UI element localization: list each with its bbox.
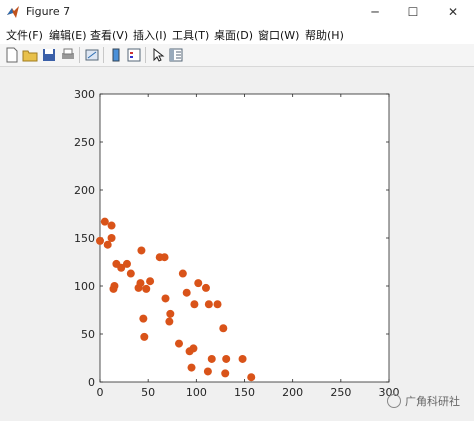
scatter-point xyxy=(182,288,191,297)
y-tick-label: 100 xyxy=(74,280,95,293)
scatter-point xyxy=(178,269,187,278)
y-tick-label: 200 xyxy=(74,184,95,197)
x-tick-label: 0 xyxy=(97,386,104,399)
x-tick-label: 250 xyxy=(330,386,351,399)
minimize-button[interactable]: ─ xyxy=(358,0,392,24)
scatter-point xyxy=(166,309,175,318)
window-title: Figure 7 xyxy=(26,5,71,18)
scatter-point xyxy=(204,300,213,309)
link-plot-icon[interactable] xyxy=(84,47,100,63)
wechat-icon xyxy=(387,394,401,408)
menu-help[interactable]: 帮助(H) xyxy=(305,27,344,43)
watermark-text: 广角科研社 xyxy=(405,395,460,408)
open-folder-icon[interactable] xyxy=(22,47,38,63)
scatter-point xyxy=(213,300,222,309)
scatter-point xyxy=(247,373,256,382)
print-icon[interactable] xyxy=(60,47,76,63)
scatter-point xyxy=(194,279,203,288)
scatter-plot[interactable]: 0 50 100 150 200 250 300050100150200250300 xyxy=(0,67,474,421)
scatter-point xyxy=(189,344,198,353)
insert-colorbar-icon[interactable] xyxy=(108,47,124,63)
new-file-icon[interactable] xyxy=(4,47,20,63)
scatter-point xyxy=(96,236,104,245)
insert-legend-icon[interactable] xyxy=(126,47,142,63)
scatter-point xyxy=(207,354,216,363)
x-tick-label: 200 xyxy=(282,386,303,399)
scatter-point xyxy=(174,339,183,348)
y-tick-label: 50 xyxy=(81,328,95,341)
toolbar-separator xyxy=(79,47,80,63)
scatter-point xyxy=(103,240,112,249)
watermark: 广角科研社 xyxy=(387,393,460,409)
scatter-point xyxy=(146,277,155,286)
scatter-point xyxy=(122,259,131,268)
y-tick-label: 250 xyxy=(74,136,95,149)
scatter-point xyxy=(136,279,145,288)
scatter-point xyxy=(201,283,210,292)
scatter-point xyxy=(221,369,230,378)
scatter-point xyxy=(107,234,116,242)
menu-edit[interactable]: 编辑(E) xyxy=(49,27,87,43)
matlab-logo-icon xyxy=(7,6,19,18)
y-tick-label: 300 xyxy=(74,88,95,101)
maximize-button[interactable]: ☐ xyxy=(396,0,430,24)
y-tick-label: 0 xyxy=(88,376,95,389)
scatter-point xyxy=(238,354,247,363)
property-inspector-icon[interactable] xyxy=(168,47,184,63)
edit-pointer-icon[interactable] xyxy=(150,47,166,63)
scatter-point xyxy=(165,317,174,326)
scatter-point xyxy=(107,221,116,230)
x-tick-label: 100 xyxy=(186,386,207,399)
menu-view[interactable]: 查看(V) xyxy=(90,27,128,43)
scatter-point xyxy=(110,282,119,290)
scatter-point xyxy=(222,354,231,363)
scatter-point xyxy=(137,246,146,255)
scatter-point xyxy=(203,367,212,376)
toolbar xyxy=(0,44,474,67)
scatter-point xyxy=(219,324,228,333)
x-tick-label: 150 xyxy=(234,386,255,399)
menu-bar: 文件(F) 编辑(E) 查看(V) 插入(I) 工具(T) 桌面(D) 窗口(W… xyxy=(0,24,474,44)
toolbar-separator xyxy=(103,47,104,63)
save-icon[interactable] xyxy=(41,47,57,63)
menu-file[interactable]: 文件(F) xyxy=(6,27,43,43)
title-bar: Figure 7 ─ ☐ ✕ xyxy=(0,0,474,24)
scatter-point xyxy=(161,294,170,303)
scatter-point xyxy=(100,217,109,226)
figure-canvas: 0 50 100 150 200 250 300 0 50 100 150 200 250 300 xyxy=(0,67,474,421)
scatter-point xyxy=(160,253,169,262)
menu-window[interactable]: 窗口(W) xyxy=(258,27,299,43)
y-tick-label: 150 xyxy=(74,232,95,245)
toolbar-separator xyxy=(145,47,146,63)
menu-tools[interactable]: 工具(T) xyxy=(172,27,209,43)
menu-desktop[interactable]: 桌面(D) xyxy=(214,27,253,43)
close-button[interactable]: ✕ xyxy=(436,0,470,24)
scatter-point xyxy=(140,332,149,341)
scatter-point xyxy=(126,269,135,278)
scatter-point xyxy=(190,300,199,309)
menu-insert[interactable]: 插入(I) xyxy=(133,27,167,43)
scatter-point xyxy=(139,314,148,323)
x-tick-label: 50 xyxy=(141,386,155,399)
scatter-point xyxy=(142,284,151,293)
scatter-point xyxy=(187,363,196,372)
